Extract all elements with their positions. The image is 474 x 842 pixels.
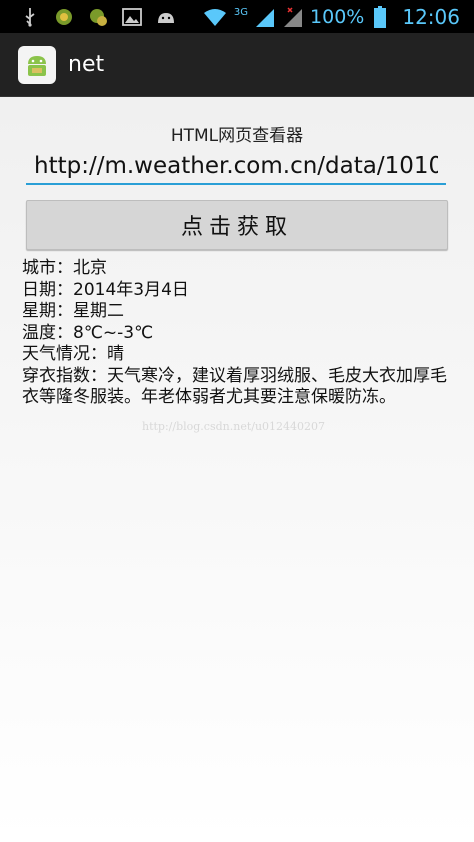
main-content: HTML网页查看器 点击获取 城市：北京 日期：2014年3月4日 星期：星期二… xyxy=(0,97,474,842)
url-input[interactable] xyxy=(26,149,446,185)
watermark: http://blog.csdn.net/u012440207 xyxy=(142,420,326,433)
status-bar: 3G 100% 12:06 xyxy=(0,0,474,33)
result-line-clothing: 穿衣指数：天气寒冷，建议着厚羽绒服、毛皮大衣加厚毛衣等隆冬服装。年老体弱者尤其要… xyxy=(22,365,447,408)
usb-icon xyxy=(20,7,40,27)
battery-percent: 100% xyxy=(310,5,365,28)
signal-icon xyxy=(254,7,276,27)
result-line-temperature: 温度：8℃~-3℃ xyxy=(22,322,154,343)
fetch-button[interactable]: 点击获取 xyxy=(26,200,448,250)
signal-icon-2 xyxy=(282,6,304,27)
battery-icon xyxy=(370,5,390,28)
result-line-date: 日期：2014年3月4日 xyxy=(22,279,189,300)
image-icon xyxy=(122,7,142,27)
result-line-city: 城市：北京 xyxy=(22,258,107,278)
clock: 12:06 xyxy=(402,4,460,29)
app-icon[interactable] xyxy=(18,45,56,84)
network-type-label: 3G xyxy=(233,6,249,18)
android-icon xyxy=(156,7,176,27)
page-title: HTML网页查看器 xyxy=(170,126,304,146)
app-title: net xyxy=(68,52,105,77)
app-notify-icon-2 xyxy=(88,7,108,27)
result-text: 城市：北京 日期：2014年3月4日 星期：星期二 温度：8℃~-3℃ 天气情况… xyxy=(22,258,452,409)
result-line-weather: 天气情况：晴 xyxy=(22,344,124,364)
app-notify-icon xyxy=(54,7,74,27)
action-bar: net xyxy=(0,33,474,98)
result-line-weekday: 星期：星期二 xyxy=(22,301,124,321)
wifi-icon xyxy=(202,7,228,27)
